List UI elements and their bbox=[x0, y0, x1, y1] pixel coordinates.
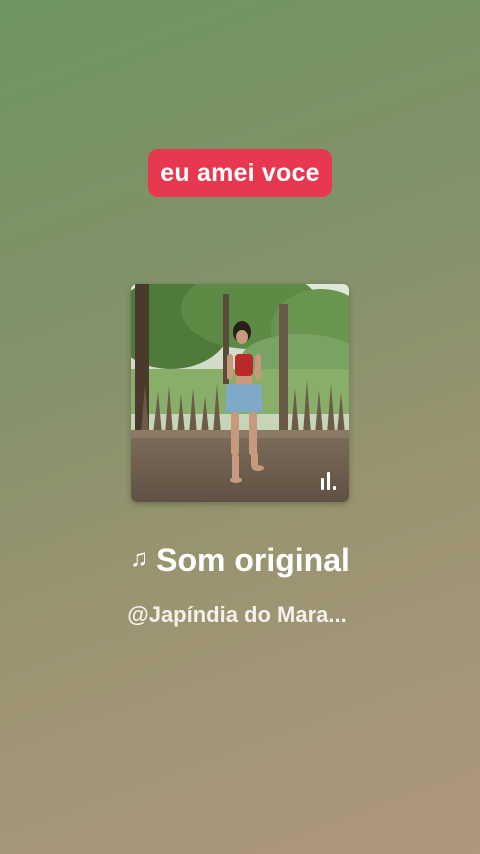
bars-logo-icon bbox=[321, 472, 336, 490]
text-sticker[interactable]: eu amei voce bbox=[148, 149, 332, 197]
sound-cover-image[interactable] bbox=[131, 284, 349, 502]
sound-title-row[interactable]: ♫ Som original bbox=[0, 542, 480, 579]
sticker-label: eu amei voce bbox=[160, 158, 320, 187]
music-note-icon: ♫ bbox=[130, 544, 149, 572]
sound-title: Som original bbox=[156, 542, 350, 578]
cover-photo bbox=[131, 284, 349, 502]
sound-author[interactable]: @Japíndia do Mara... bbox=[0, 602, 474, 628]
